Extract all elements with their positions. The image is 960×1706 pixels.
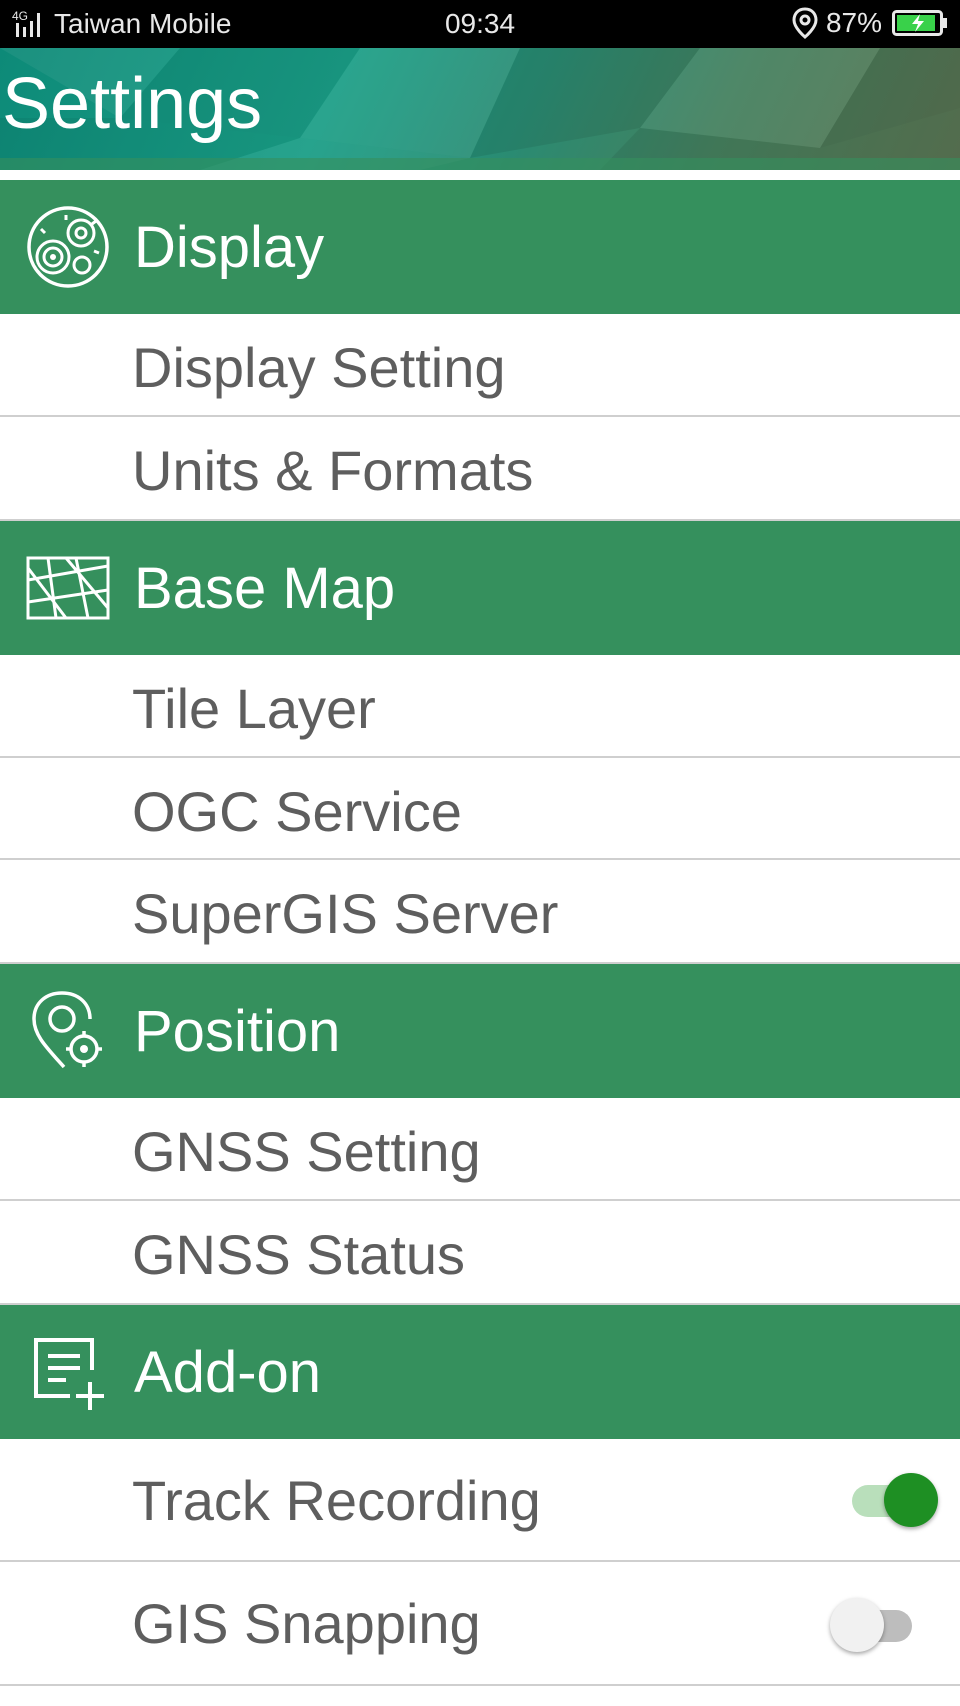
section-title-position: Position (134, 999, 341, 1064)
menu-item-label: Units & Formats (132, 439, 534, 502)
menu-item-tile-layer[interactable]: Tile Layer (0, 655, 960, 758)
map-icon (26, 556, 110, 620)
menu-item-gis-snapping[interactable]: GIS Snapping (0, 1562, 960, 1686)
list-add-icon (34, 1338, 104, 1410)
location-target-icon (32, 991, 102, 1069)
menu-item-gnss-status[interactable]: GNSS Status (0, 1201, 960, 1305)
menu-item-label: GIS Snapping (132, 1592, 481, 1655)
menu-item-label: OGC Service (132, 780, 462, 843)
menu-item-ogc-service[interactable]: OGC Service (0, 758, 960, 860)
location-pin-icon (792, 7, 818, 39)
page-title: Settings (2, 64, 263, 144)
menu-item-label: GNSS Setting (132, 1120, 481, 1183)
section-header-add-on: Add-on (0, 1305, 960, 1439)
settings-header: Settings (0, 48, 960, 170)
battery-percent: 87% (825, 7, 882, 38)
section-header-position: Position (0, 964, 960, 1098)
menu-item-track-recording[interactable]: Track Recording (0, 1439, 960, 1562)
menu-item-supergis-server[interactable]: SuperGIS Server (0, 860, 960, 964)
section-title-base-map: Base Map (134, 556, 396, 621)
status-bar: 4G Taiwan Mobile 09:34 87% (0, 0, 960, 48)
menu-item-gnss-setting[interactable]: GNSS Setting (0, 1098, 960, 1201)
gis-snapping-toggle[interactable] (828, 1598, 918, 1652)
section-header-display: Display (0, 180, 960, 314)
track-recording-toggle[interactable] (850, 1473, 940, 1527)
gear-disc-icon (27, 206, 109, 288)
menu-item-display-setting[interactable]: Display Setting (0, 314, 960, 417)
menu-item-label: SuperGIS Server (132, 882, 559, 945)
section-header-base-map: Base Map (0, 521, 960, 655)
menu-item-label: Track Recording (132, 1469, 541, 1532)
menu-item-label: GNSS Status (132, 1223, 466, 1286)
menu-item-units-formats[interactable]: Units & Formats (0, 417, 960, 521)
menu-item-label: Tile Layer (132, 677, 376, 740)
battery-charging-icon (892, 10, 947, 36)
section-title-display: Display (134, 215, 325, 280)
section-title-add-on: Add-on (134, 1340, 322, 1405)
menu-item-label: Display Setting (132, 336, 506, 399)
